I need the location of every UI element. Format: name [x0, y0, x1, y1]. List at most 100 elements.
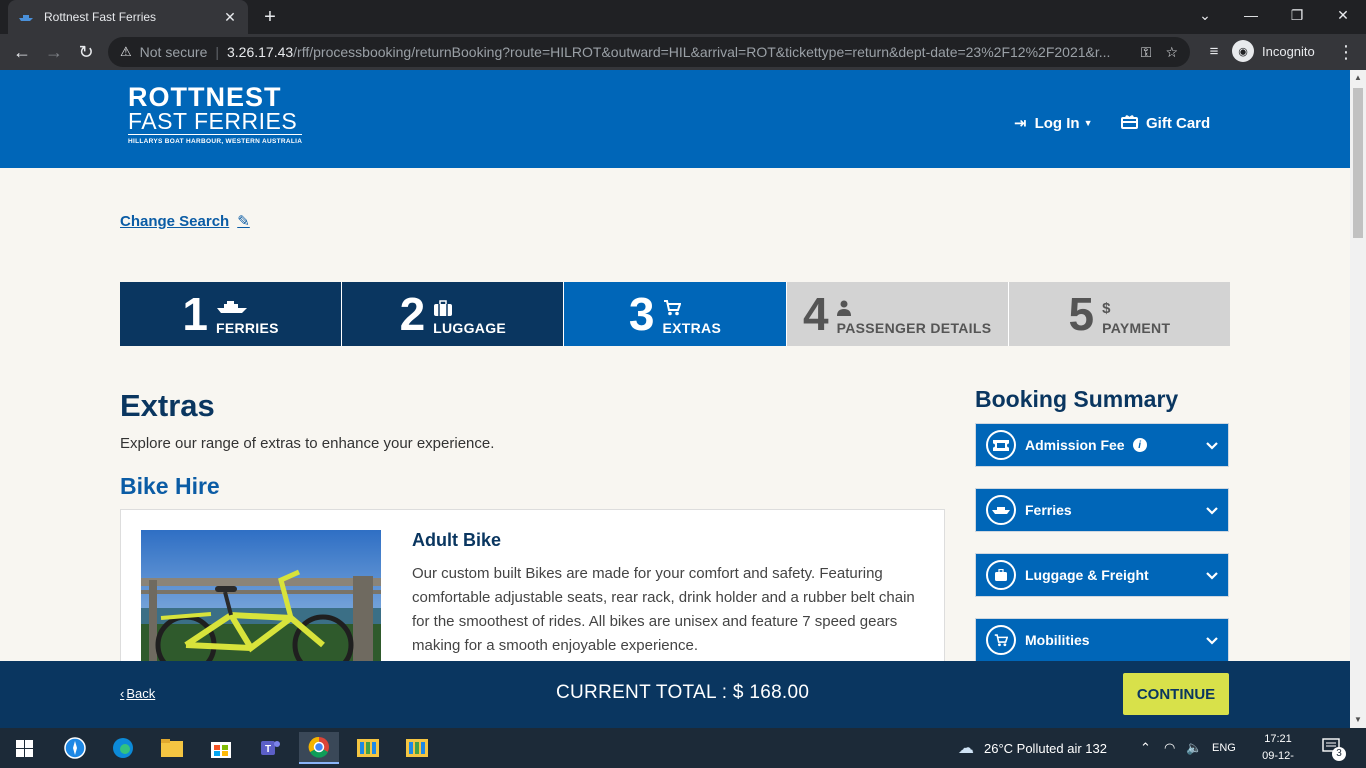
file-explorer-icon[interactable]	[152, 732, 192, 764]
safari-icon[interactable]	[55, 732, 95, 764]
windows-start-icon[interactable]	[4, 732, 44, 764]
tab-close-icon[interactable]: ✕	[222, 9, 238, 26]
change-search-link[interactable]: Change Search ✎	[120, 212, 250, 231]
pencil-icon: ✎	[237, 213, 250, 230]
page-subtitle: Explore our range of extras to enhance y…	[120, 435, 495, 452]
browser-tabstrip: Rottnest Fast Ferries ✕ + ⌄ — ❐ ✕	[0, 0, 1366, 34]
reading-list-icon[interactable]: ≡	[1202, 40, 1226, 64]
bike-name: Adult Bike	[412, 530, 502, 550]
summary-item-label: Ferries	[1025, 502, 1072, 518]
separator: |	[215, 44, 219, 60]
chevron-up-icon[interactable]: ⌃	[1140, 728, 1151, 768]
bike-description: Our custom built Bikes are made for your…	[412, 565, 915, 654]
booking-summary-title: Booking Summary	[975, 386, 1179, 412]
info-icon[interactable]: i	[1132, 438, 1147, 452]
menu-dots-icon[interactable]: ⋮	[1334, 40, 1358, 64]
change-search-label: Change Search	[120, 212, 230, 230]
luggage-icon	[986, 560, 1016, 590]
cloud-icon: ☁	[958, 740, 974, 757]
summary-ferries[interactable]: Ferries	[975, 488, 1229, 532]
scroll-down-icon[interactable]: ▼	[1350, 712, 1366, 728]
back-link[interactable]: ‹ Back	[120, 686, 155, 701]
wifi-icon[interactable]: ◠	[1164, 728, 1175, 768]
step-payment[interactable]: 5 $ PAYMENT	[1008, 282, 1231, 346]
language-indicator[interactable]: ENG	[1212, 728, 1236, 768]
store-icon[interactable]	[201, 732, 241, 764]
page-viewport: ROTTNEST FAST FERRIES HILLARYS BOAT HARB…	[0, 70, 1350, 728]
bike-image	[141, 530, 381, 670]
booking-steps: 1 FERRIES 2 LUGGAGE 3 EXTRAS 4 PASSENGER…	[120, 282, 1231, 346]
current-total: CURRENT TOTAL : $ 168.00	[556, 682, 810, 703]
gift-card-label: Gift Card	[1146, 115, 1211, 132]
new-tab-icon[interactable]: +	[258, 5, 282, 29]
window-close-icon[interactable]: ✕	[1320, 0, 1366, 30]
sign-in-icon: ⇥	[1014, 115, 1027, 132]
step-number: 2	[399, 288, 426, 340]
page-scrollbar[interactable]: ▲ ▼	[1350, 70, 1366, 728]
step-number: 5	[1068, 288, 1095, 340]
scroll-up-icon[interactable]: ▲	[1350, 70, 1366, 86]
warning-icon[interactable]: ⚠	[120, 44, 132, 60]
chevron-down-icon[interactable]	[1206, 438, 1218, 453]
forward-arrow-icon[interactable]: →	[42, 40, 66, 64]
site-header: ROTTNEST FAST FERRIES HILLARYS BOAT HARB…	[0, 70, 1350, 168]
step-passenger-details[interactable]: 4 PASSENGER DETAILS	[786, 282, 1009, 346]
step-luggage[interactable]: 2 LUGGAGE	[342, 282, 565, 346]
browser-tab[interactable]: Rottnest Fast Ferries ✕	[8, 0, 248, 34]
speaker-icon[interactable]: 🔈	[1186, 728, 1202, 768]
notification-icon[interactable]: 3	[1322, 738, 1346, 761]
gift-card-icon	[1121, 114, 1138, 133]
address-bar[interactable]: ⚠ Not secure | 3.26.17.43 /rff/processbo…	[108, 37, 1190, 67]
notification-count: 3	[1332, 747, 1346, 761]
key-icon[interactable]: ⚿	[1141, 44, 1152, 61]
login-label: Log In	[1034, 114, 1080, 132]
summary-item-label: Admission Fee	[1025, 437, 1125, 453]
url-path: /rff/processbooking/returnBooking?route=…	[293, 44, 1111, 60]
summary-luggage-freight[interactable]: Luggage & Freight	[975, 553, 1229, 597]
incognito-label: Incognito	[1262, 43, 1315, 59]
step-ferries[interactable]: 1 FERRIES	[120, 282, 343, 346]
login-link[interactable]: ⇥ Log In ▼	[1014, 114, 1093, 133]
minimize-icon[interactable]: —	[1228, 0, 1274, 30]
teams-icon[interactable]: T	[250, 732, 290, 764]
cart-icon	[986, 625, 1016, 655]
chevron-down-icon[interactable]	[1206, 568, 1218, 583]
page-title: Extras	[120, 388, 215, 423]
security-label[interactable]: Not secure	[140, 44, 208, 60]
logo-line3: HILLARYS BOAT HARBOUR, WESTERN AUSTRALIA	[128, 138, 303, 145]
summary-item-label: Mobilities	[1025, 632, 1090, 648]
scrollbar-thumb[interactable]	[1353, 88, 1363, 238]
chrome-icon[interactable]	[299, 732, 339, 764]
app-icon[interactable]	[397, 732, 437, 764]
svg-text:T: T	[265, 744, 271, 755]
incognito-indicator[interactable]: ◉ Incognito	[1232, 40, 1315, 62]
ticket-icon	[986, 430, 1016, 460]
summary-admission-fee[interactable]: Admission Fee i	[975, 423, 1229, 467]
weather-widget[interactable]: ☁ 26°C Polluted air 132	[958, 728, 1107, 768]
chevron-down-icon[interactable]: ⌄	[1182, 0, 1228, 30]
step-extras[interactable]: 3 EXTRAS	[564, 282, 787, 346]
site-logo[interactable]: ROTTNEST FAST FERRIES HILLARYS BOAT HARB…	[128, 82, 303, 145]
restore-icon[interactable]: ❐	[1274, 0, 1320, 30]
back-arrow-icon[interactable]: ←	[10, 40, 34, 64]
windows-taskbar: T ☁ 26°C Polluted air 132 ⌃ ◠ 🔈 ENG 17:2…	[0, 728, 1366, 768]
dollar-icon: $	[1102, 300, 1111, 317]
gift-card-link[interactable]: Gift Card	[1121, 114, 1210, 133]
clock-date: 09-12-2021	[1262, 750, 1294, 768]
weather-text: 26°C Polluted air 132	[984, 740, 1107, 756]
step-number: 1	[182, 288, 208, 340]
app-icon[interactable]	[348, 732, 388, 764]
continue-button[interactable]: CONTINUE	[1123, 673, 1229, 715]
system-clock[interactable]: 17:21 09-12-2021	[1250, 731, 1306, 768]
summary-mobilities[interactable]: Mobilities	[975, 618, 1229, 662]
url-host: 3.26.17.43	[227, 44, 294, 60]
section-title: Bike Hire	[120, 473, 220, 499]
step-number: 3	[628, 288, 655, 340]
star-icon[interactable]: ☆	[1165, 44, 1178, 61]
chevron-down-icon[interactable]	[1206, 633, 1218, 648]
user-icon	[836, 300, 992, 320]
edge-icon[interactable]	[103, 732, 143, 764]
chevron-down-icon[interactable]	[1206, 503, 1218, 518]
logo-line1: ROTTNEST	[128, 82, 282, 112]
reload-icon[interactable]: ↻	[74, 40, 98, 64]
